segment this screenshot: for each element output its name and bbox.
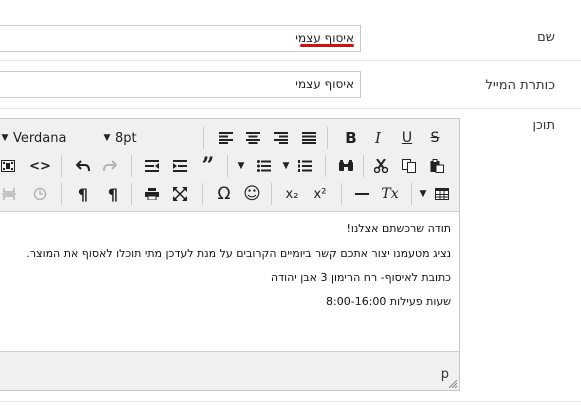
editor-toolbar: ▼ Verdana ▼ 8pt B I U S <> ” ▼ ▼ ¶ ¶ Ω ☺… [0, 119, 459, 212]
bullet-list-caret-icon[interactable]: ▼ [280, 154, 292, 178]
toolbar-separator [61, 183, 62, 205]
name-label: שם [537, 30, 555, 45]
row-divider [0, 60, 581, 61]
fullscreen-icon[interactable] [169, 182, 191, 206]
superscript-button[interactable]: x² [309, 182, 331, 206]
font-size-select[interactable]: 8pt [115, 126, 145, 150]
content-label: תוכן [532, 118, 555, 133]
toolbar-separator [411, 183, 412, 205]
indent-icon[interactable] [169, 154, 191, 178]
copy-icon[interactable] [398, 154, 420, 178]
toolbar-separator [271, 183, 272, 205]
print-icon[interactable] [141, 182, 163, 206]
row-divider [0, 108, 581, 109]
underline-button[interactable]: U [396, 126, 418, 150]
ltr-direction-icon[interactable]: ¶ [72, 182, 94, 206]
align-right-icon[interactable] [270, 126, 292, 150]
media-icon[interactable] [0, 154, 17, 178]
clear-formatting-button[interactable]: Tx [379, 182, 401, 206]
font-family-select[interactable]: Verdana [13, 126, 73, 150]
toolbar-separator [131, 155, 132, 177]
element-path[interactable]: p [441, 367, 449, 382]
editor-content-area[interactable]: תודה שרכשתם אצלנו! נציג מטעמנו יצור אתכם… [0, 212, 459, 352]
source-code-button[interactable]: <> [29, 154, 51, 178]
rich-text-editor: ▼ Verdana ▼ 8pt B I U S <> ” ▼ ▼ ¶ ¶ Ω ☺… [0, 118, 460, 391]
align-center-icon[interactable] [242, 126, 264, 150]
toolbar-separator [325, 155, 326, 177]
numbered-list-caret-icon[interactable]: ▼ [235, 154, 247, 178]
font-family-caret-icon[interactable]: ▼ [0, 126, 11, 150]
toolbar-separator [131, 183, 132, 205]
row-divider [0, 401, 581, 402]
font-size-caret-icon[interactable]: ▼ [101, 126, 113, 150]
numbered-list-icon[interactable] [294, 154, 316, 178]
editor-paragraph: שעות פעילות 8:00-16:00 [326, 295, 451, 308]
toolbar-separator [363, 155, 364, 177]
align-left-icon[interactable] [215, 126, 237, 150]
undo-icon[interactable] [72, 154, 94, 178]
blockquote-button[interactable]: ” [197, 154, 219, 178]
redo-icon[interactable] [99, 154, 121, 178]
align-justify-icon[interactable] [298, 126, 320, 150]
name-input[interactable]: איסוף עצמי [0, 25, 361, 52]
bold-button[interactable]: B [340, 126, 362, 150]
subscript-button[interactable]: x₂ [281, 182, 303, 206]
resize-handle-icon[interactable] [449, 380, 457, 388]
bullet-list-icon[interactable] [253, 154, 275, 178]
rtl-direction-icon[interactable]: ¶ [102, 182, 124, 206]
emoticon-button[interactable]: ☺ [241, 182, 263, 206]
editor-paragraph: תודה שרכשתם אצלנו! [346, 222, 452, 235]
strikethrough-button[interactable]: S [424, 126, 446, 150]
email-subject-input[interactable]: איסוף עצמי [0, 71, 361, 98]
toolbar-separator [341, 183, 342, 205]
italic-button[interactable]: I [367, 126, 389, 150]
horizontal-rule-icon[interactable] [351, 182, 373, 206]
spellcheck-underline [300, 44, 354, 47]
editor-paragraph: נציג מטעמנו יצור אתכם קשר ביומיים הקרובי… [26, 247, 451, 260]
toolbar-separator [227, 155, 228, 177]
special-character-button[interactable]: Ω [213, 182, 235, 206]
cut-icon[interactable] [370, 154, 392, 178]
toolbar-separator [202, 183, 203, 205]
page-break-icon[interactable] [0, 182, 19, 206]
toolbar-separator [203, 127, 204, 149]
toolbar-separator [327, 127, 328, 149]
restore-draft-icon[interactable] [29, 182, 51, 206]
find-replace-icon[interactable] [335, 154, 357, 178]
email-subject-label: כותרת המייל [485, 78, 555, 93]
editor-paragraph: כתובת לאיסוף- רח הרימון 3 אבן יהודה [270, 271, 451, 284]
paste-icon[interactable] [426, 154, 448, 178]
editor-statusbar: p [0, 351, 459, 390]
table-icon[interactable] [431, 182, 453, 206]
outdent-icon[interactable] [141, 154, 163, 178]
toolbar-separator [61, 155, 62, 177]
table-caret-icon[interactable]: ▼ [417, 182, 429, 206]
